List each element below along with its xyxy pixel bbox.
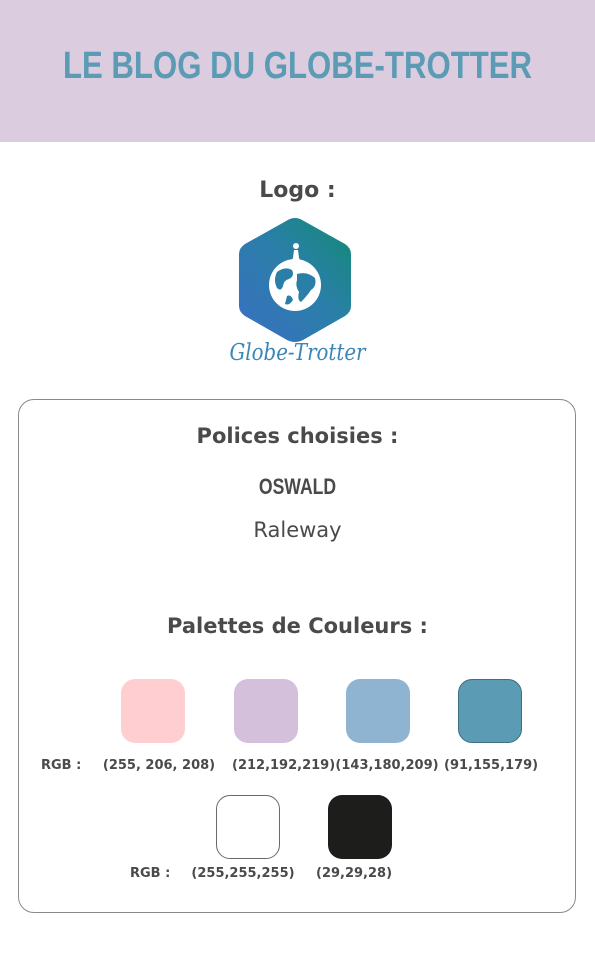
logo xyxy=(237,216,353,344)
fonts-heading: Polices choisies : xyxy=(196,424,399,448)
color-swatch-black xyxy=(328,795,392,859)
rgb-prefix-row2: RGB : xyxy=(130,866,171,881)
font-sample-oswald: OSWALD xyxy=(258,474,337,499)
rgb-value-light-blue: (143,180,209) xyxy=(335,758,439,773)
rgb-value-teal-blue: (91,155,179) xyxy=(444,758,539,773)
color-swatch-teal-blue xyxy=(458,679,522,743)
color-swatch-light-blue xyxy=(346,679,410,743)
font-sample-raleway: Raleway xyxy=(253,518,342,542)
rgb-value-lilac: (212,192,219) xyxy=(232,758,336,773)
color-swatch-pink xyxy=(121,679,185,743)
color-swatch-lilac xyxy=(234,679,298,743)
rgb-value-white: (255,255,255) xyxy=(191,866,295,881)
hexagon-globe-hiker-icon xyxy=(239,218,351,342)
logo-heading: Logo : xyxy=(259,178,336,203)
header-banner: LE BLOG DU GLOBE-TROTTER xyxy=(0,0,595,142)
logo-wordmark: Globe-Trotter xyxy=(229,340,366,366)
color-swatch-white xyxy=(216,795,280,859)
page-title: LE BLOG DU GLOBE-TROTTER xyxy=(62,45,533,87)
rgb-value-black: (29,29,28) xyxy=(316,866,393,881)
palette-heading: Palettes de Couleurs : xyxy=(167,614,428,638)
rgb-value-pink: (255, 206, 208) xyxy=(102,758,216,773)
rgb-prefix-row1: RGB : xyxy=(41,758,82,773)
